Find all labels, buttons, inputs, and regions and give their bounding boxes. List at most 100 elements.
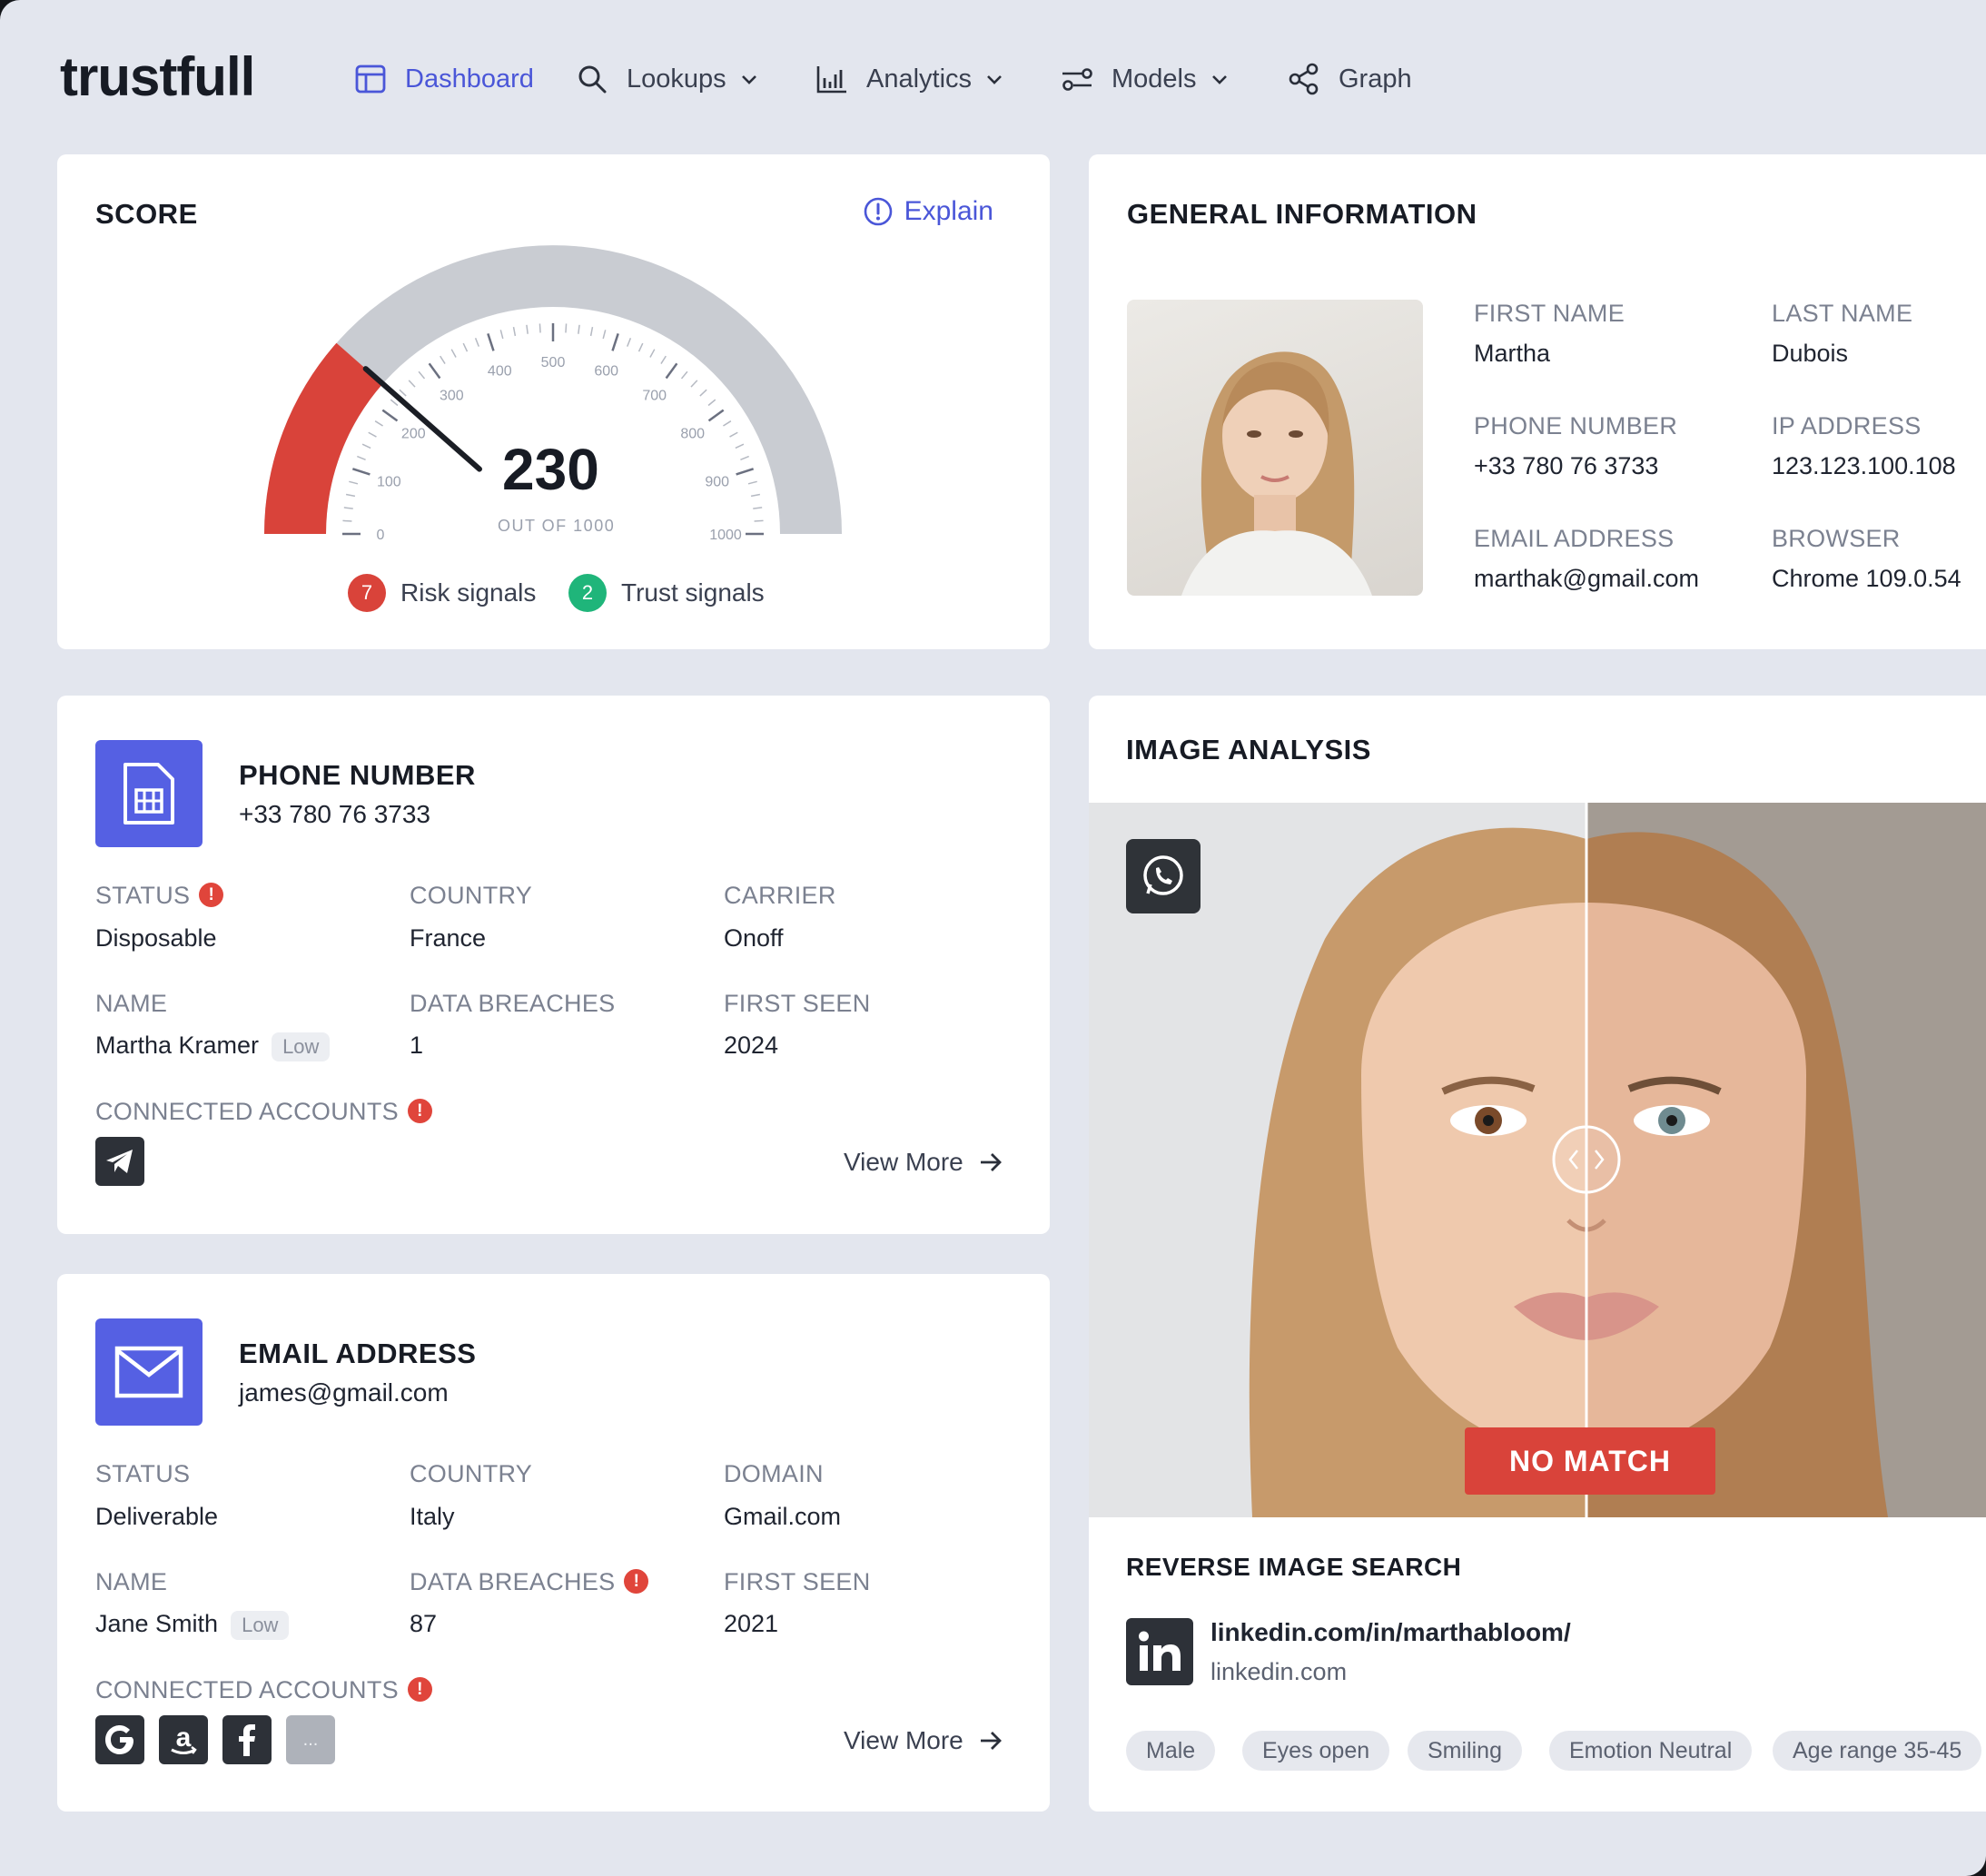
gauge-tick bbox=[665, 362, 678, 380]
gauge-tick bbox=[707, 399, 716, 407]
phone-view-more[interactable]: View More bbox=[844, 1148, 1003, 1177]
share-graph-icon bbox=[1288, 63, 1320, 95]
gauge-tick-label: 800 bbox=[680, 426, 705, 441]
risk-signals[interactable]: 7 Risk signals bbox=[348, 574, 536, 612]
gauge-tick bbox=[345, 493, 356, 498]
phone-card: PHONE NUMBER +33 780 76 3733 STATUS! Dis… bbox=[57, 696, 1050, 1234]
gauge-tick bbox=[428, 362, 441, 380]
gauge-tick bbox=[707, 409, 725, 422]
email-name-text: Jane Smith bbox=[95, 1610, 219, 1637]
more-accounts-icon[interactable]: ... bbox=[286, 1715, 335, 1764]
nav-lookups-label: Lookups bbox=[627, 64, 726, 94]
amazon-icon[interactable]: a bbox=[159, 1715, 208, 1764]
brand-logo[interactable]: trustfull bbox=[60, 45, 255, 108]
gauge-tick bbox=[526, 324, 529, 334]
trust-signals[interactable]: 2 Trust signals bbox=[568, 574, 765, 612]
nav-models[interactable]: Models bbox=[1061, 58, 1231, 100]
top-nav: trustfull Dashboard Lookups Analytics Mo… bbox=[0, 0, 1986, 154]
gauge-tick bbox=[361, 443, 371, 449]
nav-dashboard[interactable]: Dashboard bbox=[354, 58, 534, 100]
gauge-tick bbox=[723, 420, 732, 427]
email-card: EMAIL ADDRESS james@gmail.com STATUS Del… bbox=[57, 1274, 1050, 1812]
gauge-tick bbox=[538, 323, 541, 333]
tag-chip: Male bbox=[1126, 1731, 1216, 1771]
chevron-down-icon bbox=[739, 68, 761, 90]
nav-analytics[interactable]: Analytics bbox=[815, 58, 1006, 100]
gauge-tick bbox=[729, 431, 738, 438]
google-icon[interactable] bbox=[95, 1715, 144, 1764]
arrow-right-icon bbox=[978, 1728, 1003, 1753]
email-country-label: COUNTRY bbox=[410, 1460, 533, 1487]
telegram-icon[interactable] bbox=[95, 1137, 144, 1186]
linkedin-link[interactable]: linkedin.com/in/marthabloom/ bbox=[1210, 1618, 1571, 1647]
first-name-value: Martha bbox=[1474, 340, 1551, 367]
image-analysis-card: IMAGE ANALYSIS NO MATCH REVERSE IMAGE SE… bbox=[1089, 696, 1986, 1812]
whatsapp-icon[interactable] bbox=[1126, 839, 1200, 913]
browser-label: BROWSER bbox=[1772, 525, 1901, 552]
gauge-tick bbox=[649, 349, 656, 358]
gauge-tick bbox=[565, 323, 568, 333]
face-comparison-image: NO MATCH bbox=[1089, 803, 1986, 1517]
general-info-title: GENERAL INFORMATION bbox=[1127, 198, 1477, 230]
browser-value: Chrome 109.0.54 bbox=[1772, 565, 1961, 592]
gauge-tick bbox=[357, 455, 366, 460]
email-view-more-label: View More bbox=[844, 1726, 963, 1754]
phone-first-seen-value: 2024 bbox=[724, 1032, 779, 1059]
confidence-badge: Low bbox=[272, 1032, 331, 1061]
nav-graph-label: Graph bbox=[1339, 64, 1412, 94]
tag-chip: Eyes open bbox=[1242, 1731, 1390, 1771]
trust-signals-label: Trust signals bbox=[621, 578, 765, 607]
alert-icon: ! bbox=[407, 1677, 432, 1703]
gauge-tick bbox=[474, 338, 479, 347]
alert-icon: ! bbox=[407, 1099, 432, 1124]
phone-card-title: PHONE NUMBER bbox=[239, 759, 476, 791]
arrow-right-icon bbox=[978, 1150, 1003, 1175]
tag-chip: Smiling bbox=[1408, 1731, 1522, 1771]
gauge-tick bbox=[462, 342, 469, 352]
sim-card-icon bbox=[95, 740, 203, 847]
nav-lookups[interactable]: Lookups bbox=[576, 58, 761, 100]
gauge-tick-label: 200 bbox=[401, 426, 426, 441]
svg-text:a: a bbox=[176, 1723, 192, 1753]
gauge-tick bbox=[740, 455, 749, 460]
nav-graph[interactable]: Graph bbox=[1288, 58, 1412, 100]
email-view-more[interactable]: View More bbox=[844, 1726, 1003, 1755]
gauge-tick bbox=[351, 468, 371, 476]
phone-card-number: +33 780 76 3733 bbox=[239, 800, 430, 828]
linkedin-domain: linkedin.com bbox=[1210, 1658, 1348, 1685]
gauge-needle bbox=[362, 366, 482, 472]
app-window: trustfull Dashboard Lookups Analytics Mo… bbox=[0, 0, 1986, 1876]
email-first-seen-value: 2021 bbox=[724, 1610, 779, 1637]
gauge-tick bbox=[627, 338, 632, 347]
email-breaches-value: 87 bbox=[410, 1610, 438, 1637]
score-gauge: 0 100 200 300 400 500 600 700 800 900 1000 bbox=[264, 245, 842, 543]
gauge-tick-label: 0 bbox=[377, 528, 385, 543]
chevron-down-icon bbox=[1210, 68, 1231, 90]
nav-dashboard-label: Dashboard bbox=[405, 64, 534, 94]
phone-label: PHONE NUMBER bbox=[1474, 412, 1678, 439]
gauge-tick-label: 300 bbox=[440, 388, 464, 403]
email-value: marthak@gmail.com bbox=[1474, 565, 1699, 592]
linkedin-icon[interactable] bbox=[1126, 1618, 1193, 1685]
gauge-tick-label: 400 bbox=[488, 363, 512, 379]
phone-breaches-value: 1 bbox=[410, 1032, 424, 1059]
search-icon bbox=[576, 63, 608, 95]
gauge-tick bbox=[368, 431, 377, 438]
phone-value: +33 780 76 3733 bbox=[1474, 452, 1659, 479]
gauge-tick-label: 100 bbox=[377, 474, 401, 489]
last-name-value: Dubois bbox=[1772, 340, 1849, 367]
phone-name-label: NAME bbox=[95, 990, 168, 1017]
phone-name-value: Martha Kramer Low bbox=[95, 1032, 331, 1061]
nav-analytics-label: Analytics bbox=[866, 64, 973, 94]
gauge-tick bbox=[578, 324, 580, 334]
phone-view-more-label: View More bbox=[844, 1148, 963, 1176]
risk-count-badge: 7 bbox=[348, 574, 386, 612]
gauge-tick bbox=[589, 326, 594, 337]
phone-status-value: Disposable bbox=[95, 924, 217, 952]
facebook-icon[interactable] bbox=[222, 1715, 272, 1764]
match-result-badge: NO MATCH bbox=[1465, 1427, 1715, 1495]
sliders-icon bbox=[1061, 63, 1093, 95]
gauge-tick bbox=[349, 480, 359, 485]
gauge-tick bbox=[374, 420, 383, 427]
reverse-search-title: REVERSE IMAGE SEARCH bbox=[1126, 1553, 1462, 1581]
